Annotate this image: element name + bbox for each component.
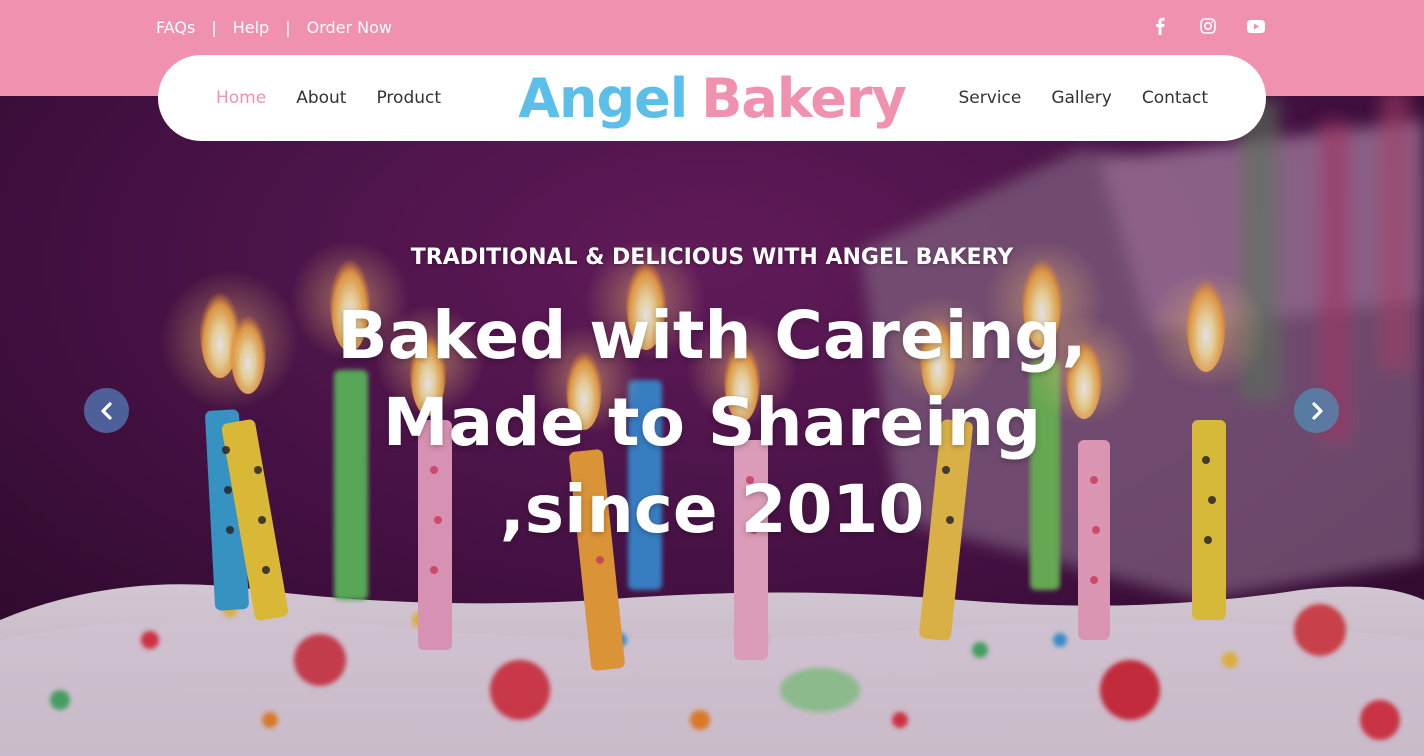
nav-service[interactable]: Service bbox=[958, 88, 1021, 108]
hero-headline-line: ,since 2010 bbox=[499, 471, 925, 548]
hero-headline: Baked with Careing, Made to Shareing ,si… bbox=[0, 292, 1424, 553]
nav-contact[interactable]: Contact bbox=[1142, 88, 1208, 108]
top-link-separator: | bbox=[285, 17, 291, 37]
nav-right: Service Gallery Contact bbox=[958, 55, 1208, 141]
nav-gallery[interactable]: Gallery bbox=[1051, 88, 1112, 108]
chevron-left-icon bbox=[100, 401, 112, 420]
hero-headline-line: Made to Shareing bbox=[382, 384, 1042, 461]
top-links: FAQs | Help | Order Now bbox=[156, 16, 392, 38]
brand-name-part2[interactable]: Bakery bbox=[701, 67, 907, 130]
help-link[interactable]: Help bbox=[233, 18, 269, 37]
top-link-separator: | bbox=[211, 17, 217, 37]
nav-about[interactable]: About bbox=[296, 88, 346, 108]
instagram-icon[interactable] bbox=[1196, 15, 1220, 37]
youtube-icon[interactable] bbox=[1244, 15, 1268, 37]
carousel-prev-button[interactable] bbox=[84, 388, 129, 433]
order-now-link[interactable]: Order Now bbox=[307, 18, 392, 37]
nav-home[interactable]: Home bbox=[216, 88, 266, 108]
facebook-icon[interactable] bbox=[1148, 15, 1172, 37]
faqs-link[interactable]: FAQs bbox=[156, 18, 195, 37]
hero-subtitle: TRADITIONAL & DELICIOUS WITH ANGEL BAKER… bbox=[410, 245, 1014, 270]
nav-left: Home About Product bbox=[216, 55, 441, 141]
social-links bbox=[1148, 15, 1268, 37]
page: FAQs | Help | Order Now Home About Produ… bbox=[0, 0, 1424, 756]
chevron-right-icon bbox=[1311, 401, 1323, 420]
brand-name-part1[interactable]: Angel bbox=[518, 67, 688, 130]
carousel-next-button[interactable] bbox=[1294, 388, 1339, 433]
hero-headline-line: Baked with Careing, bbox=[337, 297, 1087, 374]
nav-product[interactable]: Product bbox=[376, 88, 441, 108]
main-navbar: Home About Product Angel Bakery Service … bbox=[158, 55, 1266, 141]
